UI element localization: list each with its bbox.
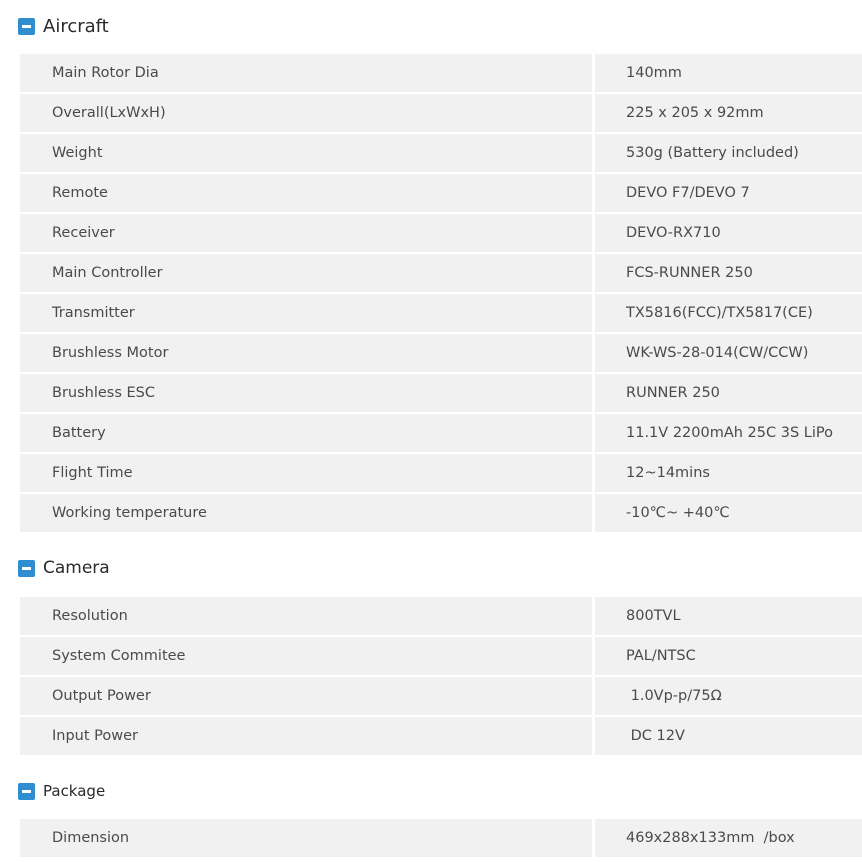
table-row: Resolution 800TVL (20, 597, 862, 637)
table-row: Weight 530g (Battery included) (20, 134, 862, 174)
spec-label: Overall(LxWxH) (20, 94, 595, 134)
spec-value: 800TVL (595, 597, 862, 637)
table-row: Main Controller FCS-RUNNER 250 (20, 254, 862, 294)
table-row: Main Rotor Dia 140mm (20, 54, 862, 94)
spec-label: Resolution (20, 597, 595, 637)
spec-value: DC 12V (595, 717, 862, 757)
spec-label: Remote (20, 174, 595, 214)
table-row: Brushless ESC RUNNER 250 (20, 374, 862, 414)
spec-label: Flight Time (20, 454, 595, 494)
spec-value: DEVO F7/DEVO 7 (595, 174, 862, 214)
table-row: Output Power 1.0Vp-p/75Ω (20, 677, 862, 717)
spec-value: FCS-RUNNER 250 (595, 254, 862, 294)
spec-value: 469x288x133mm /box (595, 819, 862, 859)
spec-value: 530g (Battery included) (595, 134, 862, 174)
spec-value: DEVO-RX710 (595, 214, 862, 254)
table-row: Flight Time 12~14mins (20, 454, 862, 494)
spec-label: Dimension (20, 819, 595, 859)
table-row: Overall(LxWxH) 225 x 205 x 92mm (20, 94, 862, 134)
table-row: Remote DEVO F7/DEVO 7 (20, 174, 862, 214)
spec-value: RUNNER 250 (595, 374, 862, 414)
collapse-icon[interactable] (18, 559, 35, 577)
table-row: System Commitee PAL/NTSC (20, 637, 862, 677)
package-spec-table: Dimension 469x288x133mm /box (20, 819, 862, 859)
spec-value: TX5816(FCC)/TX5817(CE) (595, 294, 862, 334)
spec-label: Output Power (20, 677, 595, 717)
spec-value: 11.1V 2200mAh 25C 3S LiPo (595, 414, 862, 454)
section-title: Package (43, 782, 106, 800)
spec-label: Receiver (20, 214, 595, 254)
section-header-camera[interactable]: Camera (18, 558, 110, 578)
table-row: Transmitter TX5816(FCC)/TX5817(CE) (20, 294, 862, 334)
spec-label: Input Power (20, 717, 595, 757)
spec-value: PAL/NTSC (595, 637, 862, 677)
section-header-aircraft[interactable]: Aircraft (18, 16, 109, 37)
spec-label: Working temperature (20, 494, 595, 534)
table-row: Working temperature -10℃~ +40℃ (20, 494, 862, 534)
spec-label: Brushless Motor (20, 334, 595, 374)
collapse-icon[interactable] (18, 782, 35, 800)
spec-label: Brushless ESC (20, 374, 595, 414)
section-header-package[interactable]: Package (18, 782, 105, 800)
spec-value: 225 x 205 x 92mm (595, 94, 862, 134)
spec-value: 1.0Vp-p/75Ω (595, 677, 862, 717)
spec-label: Main Rotor Dia (20, 54, 595, 94)
spec-label: Battery (20, 414, 595, 454)
spec-label: System Commitee (20, 637, 595, 677)
spec-label: Transmitter (20, 294, 595, 334)
table-row: Brushless Motor WK-WS-28-014(CW/CCW) (20, 334, 862, 374)
spec-value: -10℃~ +40℃ (595, 494, 862, 534)
aircraft-spec-table: Main Rotor Dia 140mm Overall(LxWxH) 225 x … (20, 54, 862, 534)
spec-label: Weight (20, 134, 595, 174)
table-row: Receiver DEVO-RX710 (20, 214, 862, 254)
camera-spec-table: Resolution 800TVL System Commitee PAL/NTSC… (20, 597, 862, 757)
collapse-icon[interactable] (18, 18, 35, 35)
spec-label: Main Controller (20, 254, 595, 294)
table-row: Dimension 469x288x133mm /box (20, 819, 862, 859)
spec-value: WK-WS-28-014(CW/CCW) (595, 334, 862, 374)
section-title: Aircraft (43, 16, 109, 37)
spec-value: 12~14mins (595, 454, 862, 494)
table-row: Input Power DC 12V (20, 717, 862, 757)
section-title: Camera (43, 558, 110, 578)
spec-value: 140mm (595, 54, 862, 94)
table-row: Battery 11.1V 2200mAh 25C 3S LiPo (20, 414, 862, 454)
